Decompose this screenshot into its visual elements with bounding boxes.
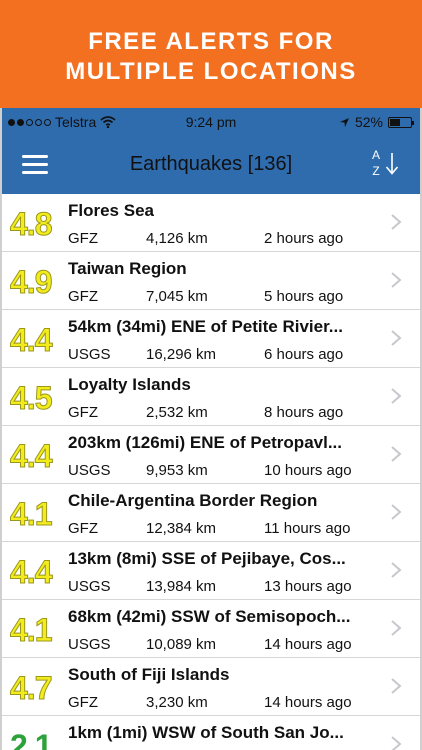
- distance: 13,984 km: [146, 578, 217, 595]
- chevron-right-icon: [391, 678, 402, 694]
- location-name: 203km (126mi) ENE of Petropavl...: [68, 433, 342, 452]
- promo-banner: FREE ALERTS FOR MULTIPLE LOCATIONS: [0, 0, 422, 108]
- chevron-right-icon: [391, 330, 402, 346]
- data-source: GFZ: [68, 404, 98, 421]
- location-name: Taiwan Region: [68, 259, 187, 278]
- chevron-right-icon: [391, 504, 402, 520]
- sort-az-icon[interactable]: A Z: [370, 148, 404, 182]
- location-name: 54km (34mi) ENE of Petite Rivier...: [68, 317, 343, 336]
- status-bar: Telstra 9:24 pm 52%: [2, 108, 420, 136]
- promo-line-2: MULTIPLE LOCATIONS: [65, 58, 357, 85]
- earthquake-row[interactable]: 4.1 Chile-Argentina Border Region GFZ 12,38…: [2, 484, 420, 542]
- chevron-right-icon: [391, 446, 402, 462]
- distance: 9,953 km: [146, 462, 208, 479]
- earthquake-row[interactable]: 4.4 54km (34mi) ENE of Petite Rivier... US…: [2, 310, 420, 368]
- time-ago: 14 hours ago: [264, 636, 352, 653]
- chevron-right-icon: [391, 562, 402, 578]
- navigation-bar: Earthquakes [136] A Z: [2, 136, 420, 194]
- location-name: South of Fiji Islands: [68, 665, 230, 684]
- magnitude: 4.4: [9, 322, 53, 359]
- distance: 4,126 km: [146, 230, 208, 247]
- status-right: 52%: [339, 114, 414, 130]
- location-name: Loyalty Islands: [68, 375, 191, 394]
- time-ago: 8 hours ago: [264, 404, 344, 421]
- magnitude: 4.9: [9, 264, 53, 301]
- distance: 12,384 km: [146, 520, 217, 537]
- location-name: Chile-Argentina Border Region: [68, 491, 318, 510]
- magnitude: 2.1: [10, 728, 52, 750]
- earthquake-row[interactable]: 4.5 Loyalty Islands GFZ 2,532 km 8 hours ago: [2, 368, 420, 426]
- sort-a-letter: A: [371, 148, 380, 162]
- magnitude: 4.7: [9, 670, 53, 707]
- promo-line-1: FREE ALERTS FOR: [88, 28, 334, 55]
- time-ago: 14 hours ago: [264, 694, 352, 711]
- earthquake-row[interactable]: 4.8 Flores Sea GFZ 4,126 km 2 hours ago: [2, 194, 420, 252]
- data-source: USGS: [68, 578, 111, 595]
- magnitude: 4.1: [9, 612, 53, 649]
- chevron-right-icon: [391, 272, 402, 288]
- page-title: Earthquakes [136]: [129, 153, 293, 175]
- earthquake-row[interactable]: 4.7 South of Fiji Islands GFZ 3,230 km 14 ho…: [2, 658, 420, 716]
- earthquake-row[interactable]: 4.9 Taiwan Region GFZ 7,045 km 5 hours ago: [2, 252, 420, 310]
- sort-z-letter: Z: [372, 164, 380, 178]
- data-source: GFZ: [68, 694, 98, 711]
- magnitude: 4.4: [9, 438, 53, 475]
- time-ago: 5 hours ago: [264, 288, 344, 305]
- chevron-right-icon: [391, 620, 402, 636]
- location-name: Flores Sea: [68, 201, 154, 220]
- battery-percent: 52%: [354, 114, 383, 130]
- earthquake-row[interactable]: 4.4 13km (8mi) SSE of Pejibaye, Cos... USG…: [2, 542, 420, 600]
- data-source: GFZ: [68, 288, 98, 305]
- time-ago: 6 hours ago: [264, 346, 344, 363]
- chevron-right-icon: [391, 736, 402, 750]
- data-source: GFZ: [68, 230, 98, 247]
- time-ago: 10 hours ago: [264, 462, 352, 479]
- battery-icon: [388, 116, 414, 128]
- time-ago: 13 hours ago: [264, 578, 352, 595]
- location-arrow-icon: [339, 117, 349, 127]
- earthquake-row[interactable]: 2.1 1km (1mi) WSW of South San Jo...: [2, 716, 420, 750]
- data-source: USGS: [68, 346, 111, 363]
- magnitude: 4.4: [9, 554, 53, 591]
- location-name: 13km (8mi) SSE of Pejibaye, Cos...: [68, 549, 346, 568]
- magnitude: 4.8: [9, 206, 53, 243]
- time-ago: 11 hours ago: [264, 520, 351, 537]
- distance: 7,045 km: [146, 288, 208, 305]
- phone-screen: Telstra 9:24 pm 52% Earthquakes [136] A: [0, 108, 422, 750]
- distance: 3,230 km: [146, 694, 208, 711]
- magnitude: 4.5: [9, 380, 53, 417]
- distance: 2,532 km: [146, 404, 208, 421]
- distance: 16,296 km: [146, 346, 217, 363]
- magnitude: 4.1: [9, 496, 53, 533]
- earthquake-row[interactable]: 4.4 203km (126mi) ENE of Petropavl... USGS…: [2, 426, 420, 484]
- earthquake-list: 4.8 Flores Sea GFZ 4,126 km 2 hours ago 4.9 Ta…: [2, 194, 420, 750]
- data-source: GFZ: [68, 520, 98, 537]
- data-source: USGS: [68, 462, 111, 479]
- chevron-right-icon: [391, 388, 402, 404]
- location-name: 1km (1mi) WSW of South San Jo...: [68, 723, 344, 742]
- time-ago: 2 hours ago: [264, 230, 344, 247]
- arrow-down-icon: [385, 153, 399, 175]
- battery-fill: [390, 118, 401, 126]
- location-name: 68km (42mi) SSW of Semisopoch...: [68, 607, 351, 626]
- earthquake-row[interactable]: 4.1 68km (42mi) SSW of Semisopoch... USGS 1…: [2, 600, 420, 658]
- data-source: USGS: [68, 636, 111, 653]
- chevron-right-icon: [391, 214, 402, 230]
- distance: 10,089 km: [146, 636, 217, 653]
